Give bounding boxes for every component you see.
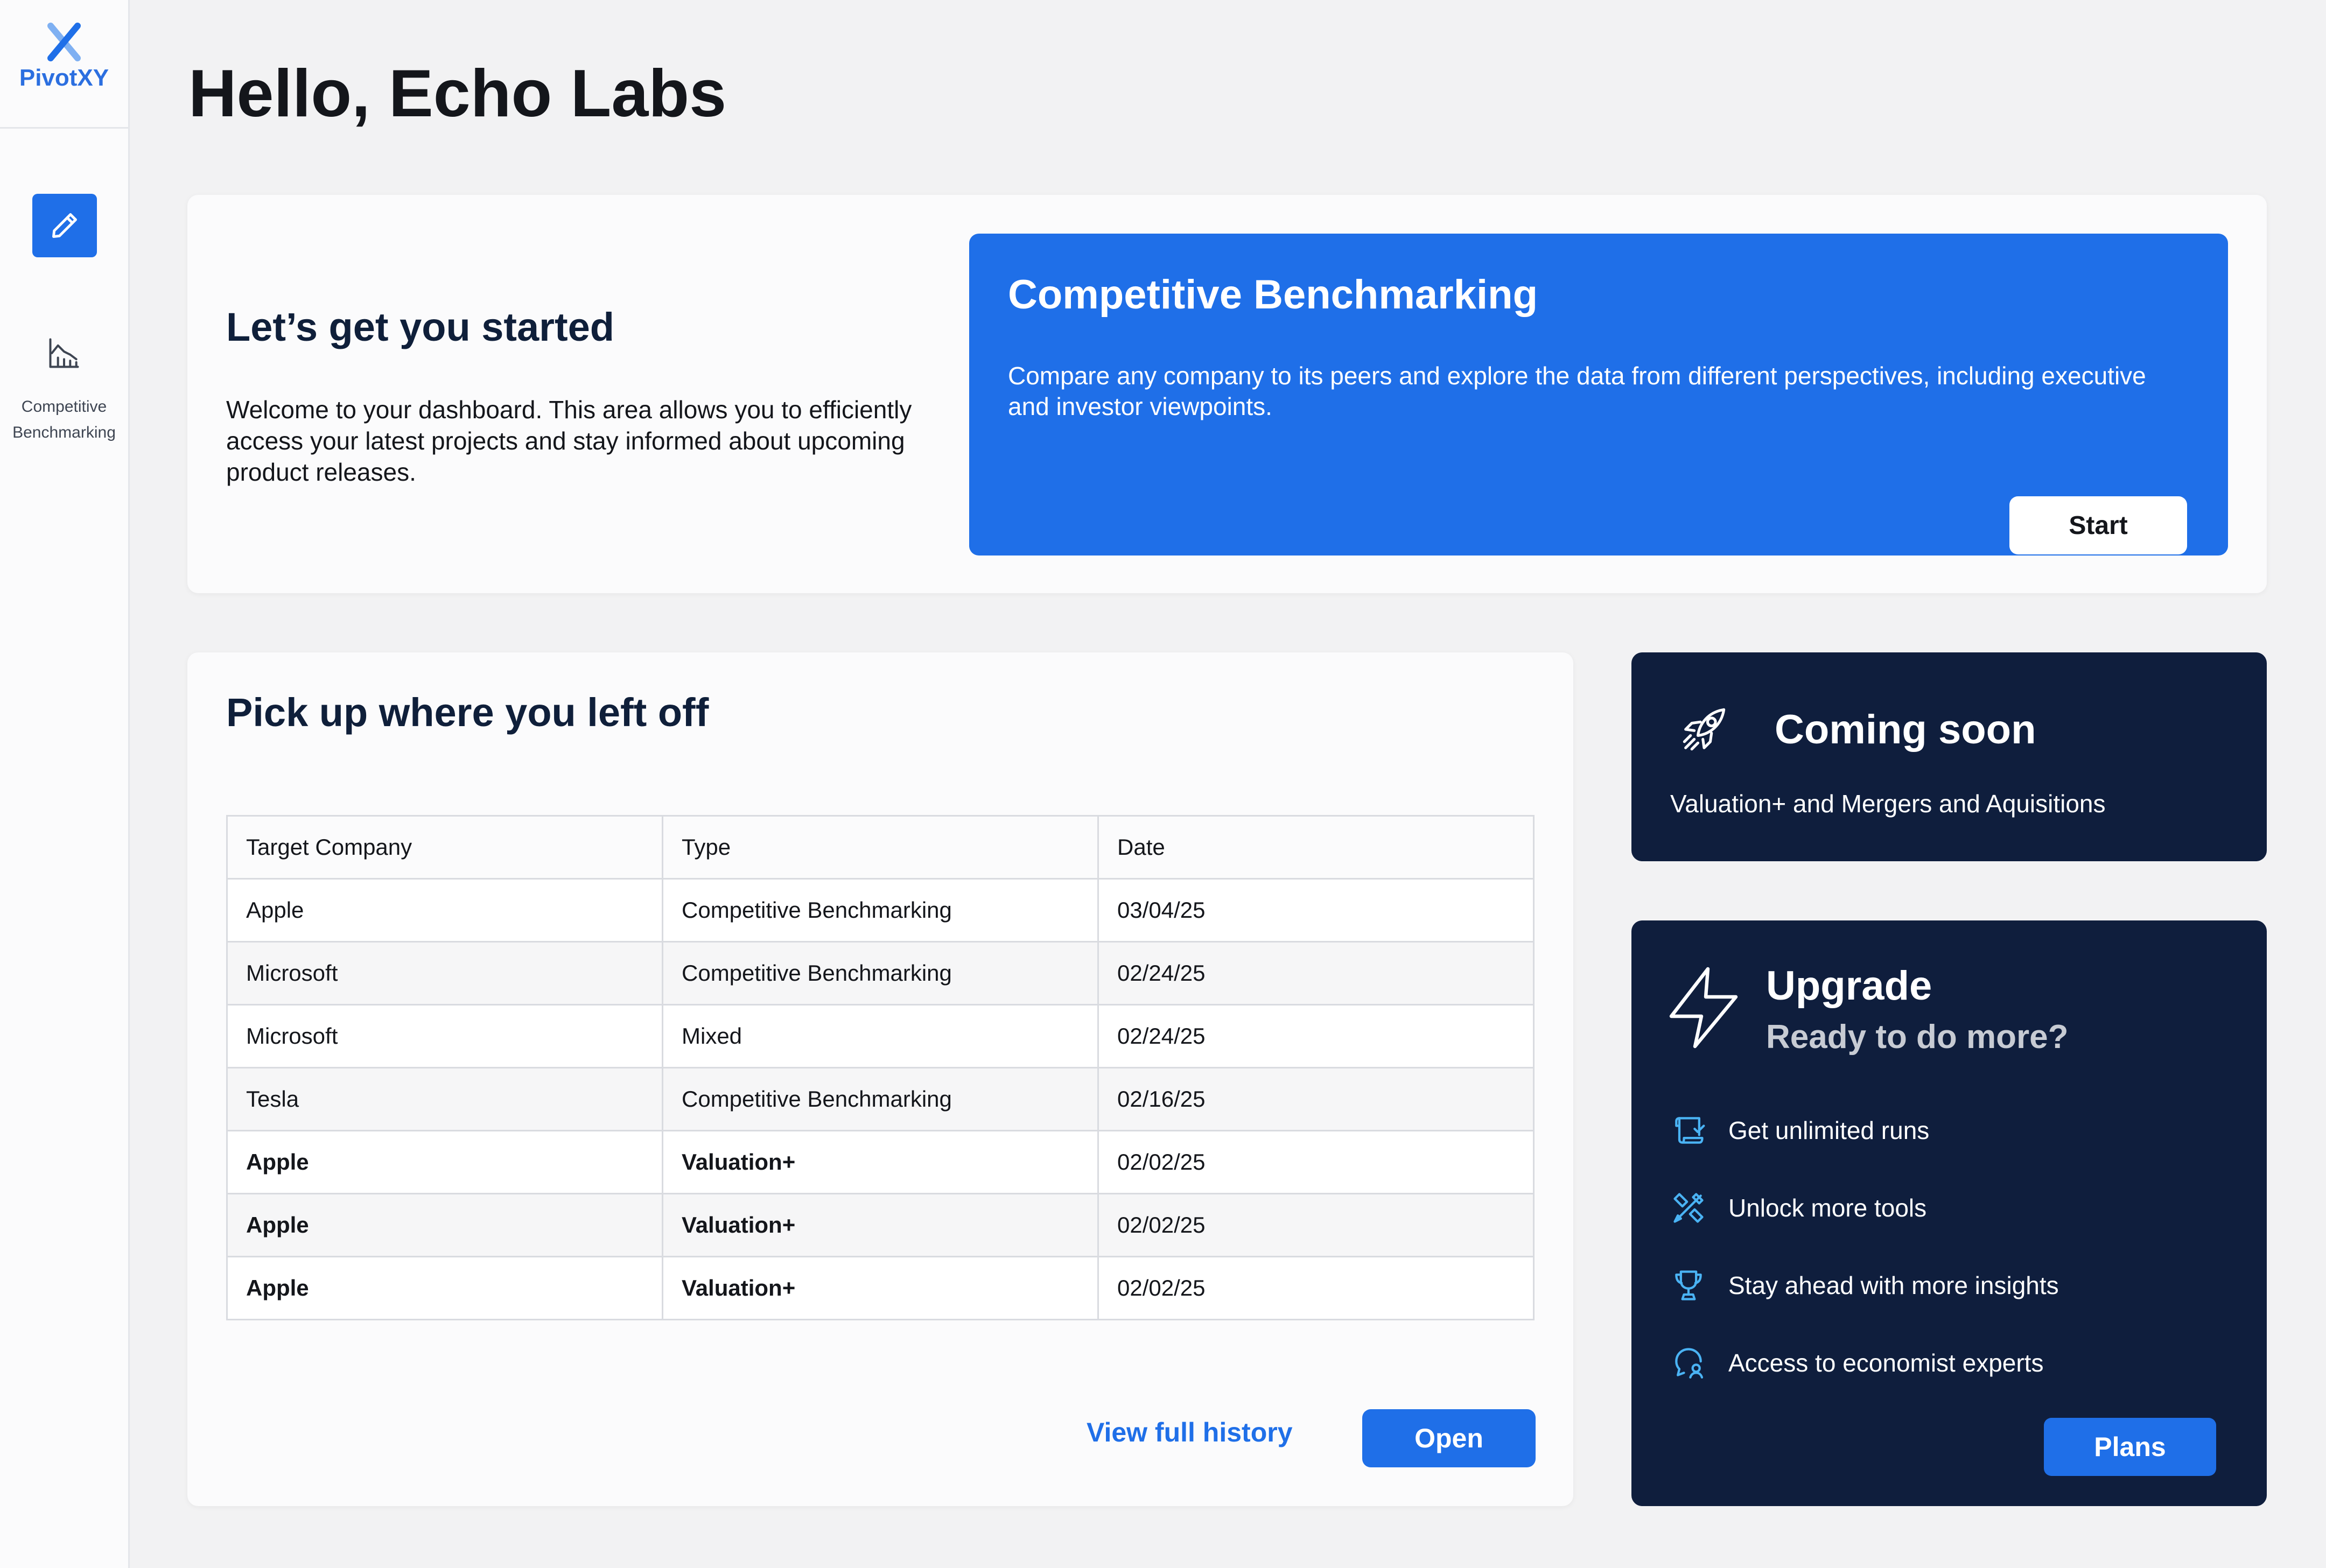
table-row[interactable]: Apple Valuation+ 02/02/25: [226, 1193, 1535, 1257]
cell-type: Competitive Benchmarking: [662, 1067, 1099, 1131]
table-row[interactable]: Apple Competitive Benchmarking 03/04/25: [226, 878, 1535, 943]
benefit-label: Stay ahead with more insights: [1728, 1271, 2059, 1299]
benefit-label: Access to economist experts: [1728, 1349, 2044, 1377]
cell-company: Apple: [226, 1256, 663, 1320]
benefit-label: Get unlimited runs: [1728, 1116, 1930, 1144]
table-row[interactable]: Apple Valuation+ 02/02/25: [226, 1256, 1535, 1320]
view-full-history-link[interactable]: View full history: [1087, 1419, 1293, 1446]
logo-x-icon: [47, 23, 81, 61]
cell-date: 02/02/25: [1097, 1256, 1535, 1320]
benefit-item: Access to economist experts: [1670, 1324, 2059, 1402]
upgrade-subtitle: Ready to do more?: [1766, 1018, 2069, 1056]
history-table: Target Company Type Date Apple Competiti…: [226, 815, 1535, 1320]
coming-soon-title: Coming soon: [1775, 707, 2036, 753]
cell-type: Competitive Benchmarking: [662, 878, 1099, 943]
column-header-target-company: Target Company: [226, 815, 663, 880]
lightning-icon: [1669, 967, 1738, 1049]
coming-soon-description: Valuation+ and Mergers and Aquisitions: [1670, 790, 2106, 818]
table-row[interactable]: Apple Valuation+ 02/02/25: [226, 1130, 1535, 1194]
table-header-row: Target Company Type Date: [226, 815, 1535, 880]
cell-company: Microsoft: [226, 1004, 663, 1068]
chart-icon: [49, 338, 79, 368]
history-title: Pick up where you left off: [226, 690, 709, 735]
start-button[interactable]: Start: [2009, 496, 2187, 554]
pencil-icon: [52, 213, 77, 238]
sidebar: PivotXY Competitive Benchmarking: [0, 0, 130, 1568]
cell-date: 02/24/25: [1097, 1004, 1535, 1068]
cell-type: Competitive Benchmarking: [662, 941, 1099, 1006]
page-title: Hello, Echo Labs: [188, 57, 727, 131]
table-row[interactable]: Tesla Competitive Benchmarking 02/16/25: [226, 1067, 1535, 1131]
cell-date: 02/24/25: [1097, 941, 1535, 1006]
column-header-date: Date: [1097, 815, 1535, 880]
benefit-item: Stay ahead with more insights: [1670, 1247, 2059, 1324]
benchmarking-description: Compare any company to its peers and exp…: [1008, 362, 2146, 420]
cell-date: 02/16/25: [1097, 1067, 1535, 1131]
column-header-type: Type: [662, 815, 1099, 880]
cell-company: Apple: [226, 878, 663, 943]
benefit-item: Unlock more tools: [1670, 1169, 2059, 1247]
competitive-benchmarking-panel: Competitive Benchmarking Compare any com…: [969, 234, 2228, 556]
upgrade-title: Upgrade: [1766, 963, 1932, 1009]
table-row[interactable]: Microsoft Mixed 02/24/25: [226, 1004, 1535, 1068]
upgrade-card: Upgrade Ready to do more? Get unlimited …: [1631, 920, 2267, 1506]
cell-date: 02/02/25: [1097, 1193, 1535, 1257]
trophy-icon: [1675, 1270, 1702, 1300]
open-button[interactable]: Open: [1362, 1409, 1536, 1467]
get-started-card: Let’s get you started Welcome to your da…: [187, 195, 2267, 593]
history-card: Pick up where you left off Target Compan…: [187, 652, 1573, 1506]
cell-company: Apple: [226, 1130, 663, 1194]
benefit-item: Get unlimited runs: [1670, 1092, 2059, 1169]
cell-type: Mixed: [662, 1004, 1099, 1068]
cell-type: Valuation+: [662, 1256, 1099, 1320]
cell-type: Valuation+: [662, 1130, 1099, 1194]
cell-company: Tesla: [226, 1067, 663, 1131]
coming-soon-card: Coming soon Valuation+ and Mergers and A…: [1631, 652, 2267, 861]
logo-text: PivotXY: [19, 65, 109, 91]
cell-type: Valuation+: [662, 1193, 1099, 1257]
rocket-icon: [1683, 708, 1726, 751]
sidebar-item-edit[interactable]: [32, 194, 97, 257]
plans-button[interactable]: Plans: [2044, 1418, 2216, 1476]
cell-date: 02/02/25: [1097, 1130, 1535, 1194]
benefit-label: Unlock more tools: [1728, 1194, 1927, 1222]
scroll-icon: [1675, 1117, 1705, 1144]
upgrade-benefits-list: Get unlimited runs Unlock more tools Sta…: [1670, 1092, 2059, 1402]
cell-company: Microsoft: [226, 941, 663, 1006]
cell-company: Apple: [226, 1193, 663, 1257]
tools-icon: [1673, 1193, 1704, 1223]
table-row[interactable]: Microsoft Competitive Benchmarking 02/24…: [226, 941, 1535, 1006]
cell-date: 03/04/25: [1097, 878, 1535, 943]
get-started-description: Welcome to your dashboard. This area all…: [226, 396, 912, 486]
benchmarking-title: Competitive Benchmarking: [1008, 272, 1538, 318]
logo[interactable]: PivotXY: [0, 0, 128, 129]
get-started-title: Let’s get you started: [226, 305, 614, 349]
expert-icon: [1675, 1348, 1704, 1379]
sidebar-item-label: Competitive Benchmarking: [12, 398, 116, 441]
